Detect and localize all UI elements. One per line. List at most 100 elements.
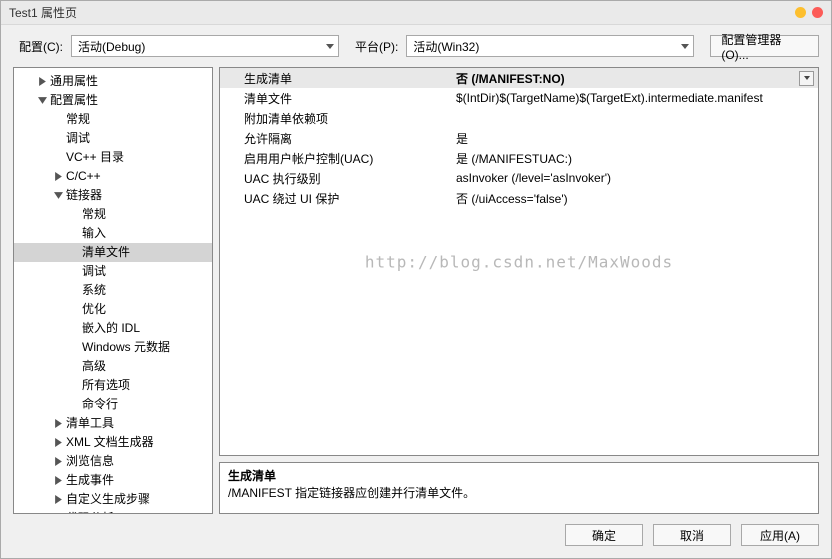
property-name: 启用用户帐户控制(UAC) — [220, 150, 450, 167]
property-row[interactable]: 清单文件$(IntDir)$(TargetName)$(TargetExt).i… — [220, 88, 818, 108]
property-name: 附加清单依赖项 — [220, 110, 450, 127]
tree-item-label: C/C++ — [64, 167, 101, 186]
cancel-button[interactable]: 取消 — [653, 524, 731, 546]
tree-item[interactable]: 调试 — [14, 262, 212, 281]
tree-item-label: 调试 — [80, 262, 106, 281]
tree-item-label: 通用属性 — [48, 72, 98, 91]
chevron-right-icon[interactable] — [52, 419, 64, 428]
tree-item-label: 优化 — [80, 300, 106, 319]
tree-item-label: 系统 — [80, 281, 106, 300]
property-row[interactable]: 生成清单否 (/MANIFEST:NO) — [220, 68, 818, 88]
platform-dropdown[interactable]: 活动(Win32) — [406, 35, 694, 57]
property-row[interactable]: 启用用户帐户控制(UAC)是 (/MANIFESTUAC:) — [220, 148, 818, 168]
dialog-buttons: 确定 取消 应用(A) — [1, 514, 831, 558]
platform-label: 平台(P): — [355, 38, 398, 55]
property-name: UAC 绕过 UI 保护 — [220, 190, 450, 207]
platform-value: 活动(Win32) — [413, 38, 479, 55]
tree-item-label: 常规 — [80, 205, 106, 224]
tree-item-label: 所有选项 — [80, 376, 130, 395]
property-page-dialog: Test1 属性页 配置(C): 活动(Debug) 平台(P): 活动(Win… — [0, 0, 832, 559]
tree-item[interactable]: XML 文档生成器 — [14, 433, 212, 452]
property-value[interactable]: 否 (/MANIFEST:NO) — [450, 70, 818, 87]
apply-button[interactable]: 应用(A) — [741, 524, 819, 546]
property-dropdown-button[interactable] — [799, 71, 814, 86]
tree-item-label: 浏览信息 — [64, 452, 114, 471]
tree-item[interactable]: 所有选项 — [14, 376, 212, 395]
tree-item[interactable]: 浏览信息 — [14, 452, 212, 471]
tree-item[interactable]: 生成事件 — [14, 471, 212, 490]
property-name: 生成清单 — [220, 70, 450, 87]
tree-item[interactable]: 清单工具 — [14, 414, 212, 433]
tree-item[interactable]: 调试 — [14, 129, 212, 148]
property-row[interactable]: UAC 执行级别asInvoker (/level='asInvoker') — [220, 168, 818, 188]
tree-item[interactable]: 链接器 — [14, 186, 212, 205]
tree-item[interactable]: 命令行 — [14, 395, 212, 414]
ok-button[interactable]: 确定 — [565, 524, 643, 546]
tree-item-label: 配置属性 — [48, 91, 98, 110]
property-row[interactable]: UAC 绕过 UI 保护否 (/uiAccess='false') — [220, 188, 818, 208]
right-panel: 生成清单否 (/MANIFEST:NO)清单文件$(IntDir)$(Targe… — [219, 67, 819, 514]
tree-item[interactable]: VC++ 目录 — [14, 148, 212, 167]
chevron-right-icon[interactable] — [52, 495, 64, 504]
description-panel: 生成清单 /MANIFEST 指定链接器应创建并行清单文件。 — [219, 462, 819, 514]
tree-item[interactable]: 常规 — [14, 205, 212, 224]
tree-item-label: 清单工具 — [64, 414, 114, 433]
tree-item[interactable]: C/C++ — [14, 167, 212, 186]
config-label: 配置(C): — [19, 38, 63, 55]
tree-item-label: 调试 — [64, 129, 90, 148]
property-name: 清单文件 — [220, 90, 450, 107]
chevron-right-icon[interactable] — [52, 476, 64, 485]
tree-item-label: 自定义生成步骤 — [64, 490, 150, 509]
tree-item[interactable]: 优化 — [14, 300, 212, 319]
tree-item[interactable]: 输入 — [14, 224, 212, 243]
tree-item[interactable]: Windows 元数据 — [14, 338, 212, 357]
chevron-right-icon[interactable] — [52, 457, 64, 466]
config-manager-button[interactable]: 配置管理器(O)... — [710, 35, 819, 57]
chevron-down-icon[interactable] — [36, 96, 48, 105]
description-title: 生成清单 — [228, 467, 810, 484]
config-value: 活动(Debug) — [78, 38, 145, 55]
property-name: UAC 执行级别 — [220, 170, 450, 187]
minimize-icon[interactable] — [795, 7, 806, 18]
window-title: Test1 属性页 — [9, 4, 789, 21]
property-value[interactable]: 否 (/uiAccess='false') — [450, 190, 818, 207]
property-row[interactable]: 允许隔离是 — [220, 128, 818, 148]
property-name: 允许隔离 — [220, 130, 450, 147]
tree-item-label: 命令行 — [80, 395, 118, 414]
tree-item-label: Windows 元数据 — [80, 338, 170, 357]
nav-tree[interactable]: 通用属性配置属性常规调试VC++ 目录C/C++链接器常规输入清单文件调试系统优… — [13, 67, 213, 514]
titlebar: Test1 属性页 — [1, 1, 831, 25]
chevron-right-icon[interactable] — [36, 77, 48, 86]
property-value[interactable]: asInvoker (/level='asInvoker') — [450, 171, 818, 185]
tree-item-label: 生成事件 — [64, 471, 114, 490]
tree-item-label: XML 文档生成器 — [64, 433, 154, 452]
tree-item-label: 常规 — [64, 110, 90, 129]
property-value[interactable]: 是 (/MANIFESTUAC:) — [450, 150, 818, 167]
chevron-down-icon — [326, 44, 334, 49]
tree-item-label: 嵌入的 IDL — [80, 319, 140, 338]
tree-item[interactable]: 通用属性 — [14, 72, 212, 91]
tree-item-label: 输入 — [80, 224, 106, 243]
tree-item[interactable]: 配置属性 — [14, 91, 212, 110]
tree-item[interactable]: 系统 — [14, 281, 212, 300]
tree-item[interactable]: 高级 — [14, 357, 212, 376]
tree-item-label: 高级 — [80, 357, 106, 376]
tree-item[interactable]: 嵌入的 IDL — [14, 319, 212, 338]
tree-item[interactable]: 常规 — [14, 110, 212, 129]
body: 通用属性配置属性常规调试VC++ 目录C/C++链接器常规输入清单文件调试系统优… — [1, 67, 831, 514]
close-icon[interactable] — [812, 7, 823, 18]
chevron-down-icon[interactable] — [52, 191, 64, 200]
tree-item[interactable]: 自定义生成步骤 — [14, 490, 212, 509]
chevron-right-icon[interactable] — [52, 172, 64, 181]
chevron-down-icon — [804, 76, 810, 80]
property-value[interactable]: $(IntDir)$(TargetName)$(TargetExt).inter… — [450, 91, 818, 105]
config-dropdown[interactable]: 活动(Debug) — [71, 35, 339, 57]
chevron-right-icon[interactable] — [52, 438, 64, 447]
tree-item[interactable]: 清单文件 — [14, 243, 212, 262]
property-row[interactable]: 附加清单依赖项 — [220, 108, 818, 128]
property-value[interactable]: 是 — [450, 130, 818, 147]
property-grid[interactable]: 生成清单否 (/MANIFEST:NO)清单文件$(IntDir)$(Targe… — [219, 67, 819, 456]
tree-item-label: 链接器 — [64, 186, 102, 205]
config-toolbar: 配置(C): 活动(Debug) 平台(P): 活动(Win32) 配置管理器(… — [1, 25, 831, 67]
description-body: /MANIFEST 指定链接器应创建并行清单文件。 — [228, 484, 810, 501]
